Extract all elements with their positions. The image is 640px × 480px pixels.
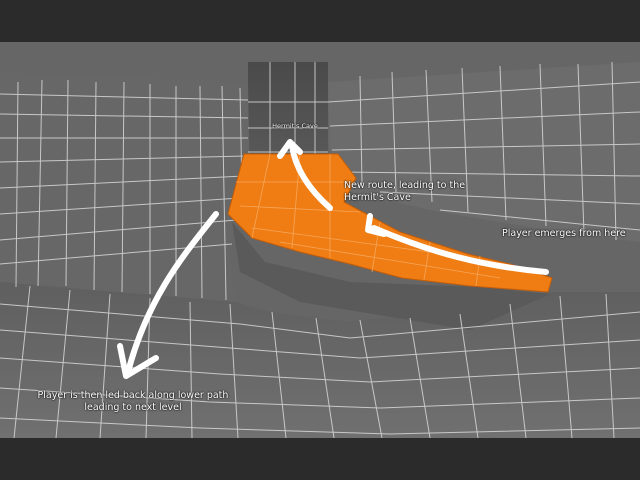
level-geometry-scene xyxy=(0,42,640,438)
letterbox-top xyxy=(0,0,640,42)
lower-path-label: Player is then led back along lower path… xyxy=(37,390,229,413)
left-wall xyxy=(0,72,250,302)
player-emerges-label: Player emerges from here xyxy=(502,228,626,239)
letterbox-bottom xyxy=(0,438,640,480)
new-route-label: New route, leading to the Hermit's Cave xyxy=(344,180,466,203)
hermits-cave-label: Hermit's Cave xyxy=(272,122,318,130)
game-viewport: Hermit's Cave New route, leading to the … xyxy=(0,0,640,480)
